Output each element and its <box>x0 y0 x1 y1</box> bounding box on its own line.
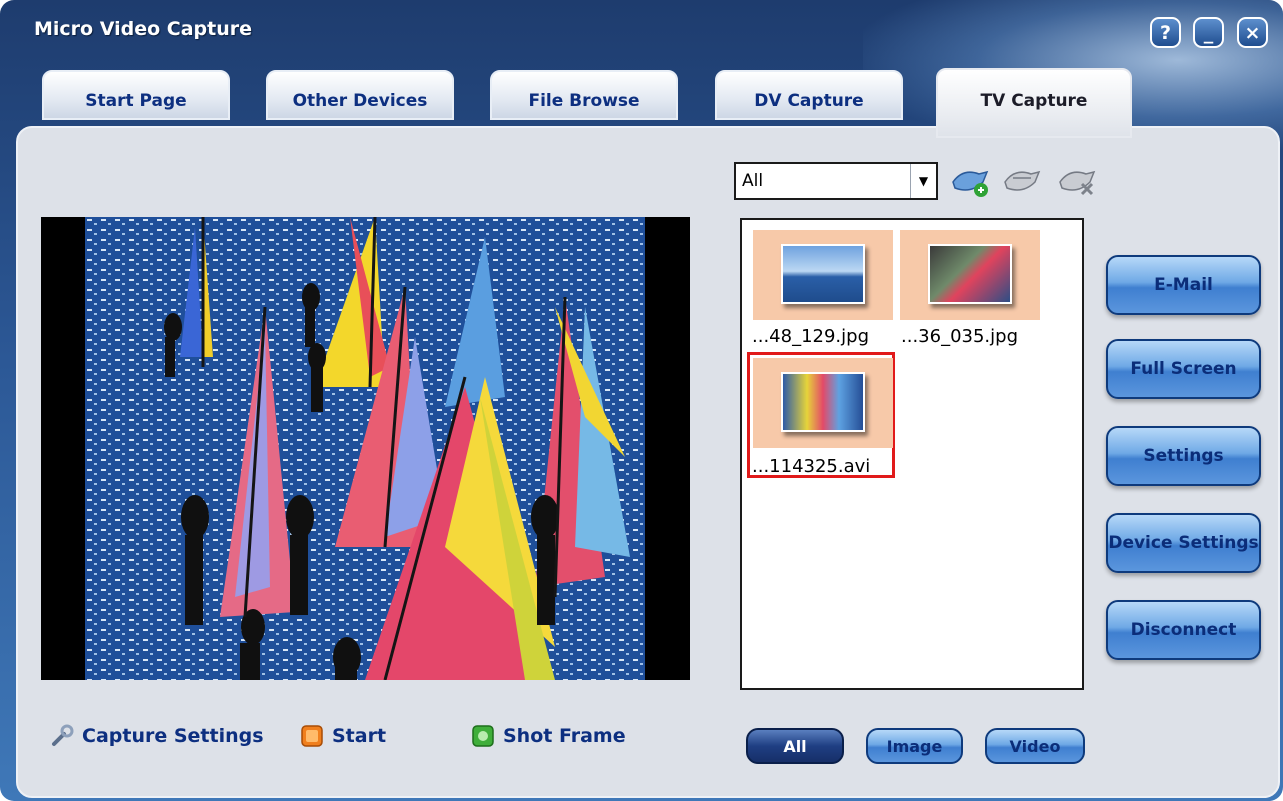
disconnect-button[interactable]: Disconnect <box>1106 600 1261 660</box>
tab-tv-capture[interactable]: TV Capture <box>936 68 1132 138</box>
thumbnail-image <box>928 244 1012 304</box>
preview-frame-image <box>85 217 645 680</box>
wrench-icon <box>52 724 74 746</box>
tab-file-browse[interactable]: File Browse <box>490 70 678 120</box>
add-to-album-icon[interactable] <box>949 164 993 200</box>
file-name-3[interactable]: ...114325.avi <box>752 456 870 477</box>
capture-settings-button[interactable]: Capture Settings <box>50 724 264 748</box>
chevron-down-icon[interactable]: ▼ <box>910 164 936 198</box>
start-capture-button[interactable]: Start <box>300 724 386 748</box>
file-name-1[interactable]: ...48_129.jpg <box>752 326 869 347</box>
start-label: Start <box>332 725 387 747</box>
tv-capture-panel: Capture Settings Start Shot Frame All ▼ <box>16 126 1280 798</box>
filter-all-button[interactable]: All <box>746 728 844 764</box>
video-preview <box>41 217 690 680</box>
file-type-dropdown[interactable]: All ▼ <box>734 162 938 200</box>
capture-settings-label: Capture Settings <box>82 725 264 747</box>
camera-icon <box>472 725 494 747</box>
help-button[interactable]: ? <box>1150 17 1181 48</box>
shot-frame-button[interactable]: Shot Frame <box>471 724 626 748</box>
thumbnail-image <box>781 372 865 432</box>
tab-start-page[interactable]: Start Page <box>42 70 230 120</box>
record-icon <box>301 725 323 747</box>
filter-video-button[interactable]: Video <box>985 728 1085 764</box>
shot-frame-label: Shot Frame <box>503 725 626 747</box>
file-name-2[interactable]: ...36_035.jpg <box>901 326 1018 347</box>
settings-button[interactable]: Settings <box>1106 426 1261 486</box>
thumbnail-image <box>781 244 865 304</box>
device-settings-button[interactable]: Device Settings <box>1106 513 1261 573</box>
tab-dv-capture[interactable]: DV Capture <box>715 70 903 120</box>
window-title: Micro Video Capture <box>34 18 252 40</box>
file-thumbnail-1[interactable] <box>753 230 893 320</box>
tab-other-devices[interactable]: Other Devices <box>266 70 454 120</box>
close-button[interactable]: × <box>1237 17 1268 48</box>
file-thumbnail-2[interactable] <box>900 230 1040 320</box>
file-thumbnail-3[interactable] <box>753 358 893 448</box>
file-type-selected: All <box>742 171 764 191</box>
export-icon[interactable] <box>1001 164 1045 200</box>
delete-icon[interactable] <box>1056 164 1100 200</box>
file-list[interactable]: ...48_129.jpg ...36_035.jpg ...114325.av… <box>740 218 1084 690</box>
filter-image-button[interactable]: Image <box>866 728 963 764</box>
full-screen-button[interactable]: Full Screen <box>1106 339 1261 399</box>
minimize-button[interactable]: _ <box>1193 17 1224 48</box>
app-window: Micro Video Capture ? _ × Start Page Oth… <box>0 0 1283 801</box>
email-button[interactable]: E-Mail <box>1106 255 1261 315</box>
